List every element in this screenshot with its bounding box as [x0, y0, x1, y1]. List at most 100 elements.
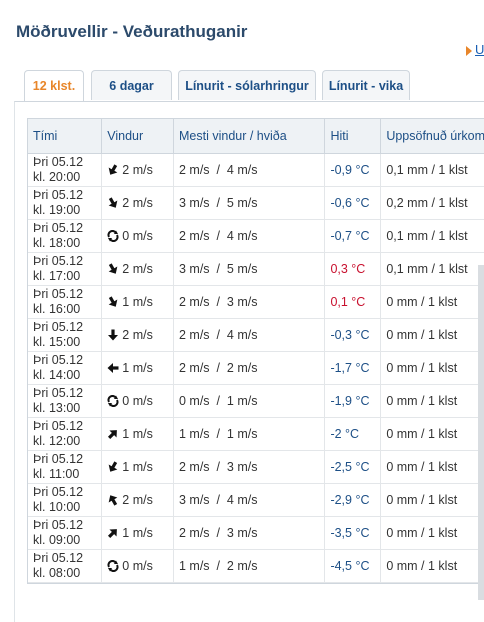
hour-text: kl. 12:00 [33, 434, 81, 448]
variable-wind-icon [107, 395, 119, 407]
wind-speed: 1 m/s [122, 460, 153, 474]
max-wind-cell: 3 m/s / 5 m/s [173, 186, 326, 220]
tab-6-dagar[interactable]: 6 dagar [91, 70, 172, 100]
wind-cell: 2 m/s [101, 252, 174, 286]
date-text: Þri 05.12 [33, 287, 84, 301]
precipitation-cell: 0 mm / 1 klst [380, 384, 484, 418]
precipitation-cell: 0,1 mm / 1 klst [380, 153, 484, 187]
temperature-cell: -4,5 °C [324, 549, 382, 583]
precipitation-cell: 0 mm / 1 klst [380, 351, 484, 385]
temperature-cell: -0,6 °C [324, 186, 382, 220]
hour-text: kl. 17:00 [33, 269, 81, 283]
up-link-label[interactable]: Up [475, 42, 484, 57]
date-text: Þri 05.12 [33, 386, 84, 400]
time-cell: Þri 05.12 kl. 12:00 [28, 417, 103, 451]
page-title: Möðruvellir - Veðurathuganir [16, 22, 248, 41]
temperature-cell: -0,9 °C [324, 153, 382, 187]
wind-cell: 0 m/s [101, 219, 174, 253]
date-text: Þri 05.12 [33, 551, 84, 565]
time-cell: Þri 05.12 kl. 08:00 [28, 549, 103, 583]
arrow-ne-icon [107, 428, 119, 440]
date-text: Þri 05.12 [33, 188, 84, 202]
hour-text: kl. 11:00 [33, 467, 80, 481]
wind-cell: 2 m/s [101, 483, 174, 517]
hour-text: kl. 08:00 [33, 566, 81, 580]
table-row: Þri 05.12 kl. 10:00 2 m/s 3 m/s / 4 m/s -2,9… [28, 483, 484, 517]
hour-text: kl. 10:00 [33, 500, 81, 514]
table-row: Þri 05.12 kl. 18:00 0 m/s 2 m/s / 4 m/s -0,7… [28, 219, 484, 253]
date-text: Þri 05.12 [33, 419, 84, 433]
time-cell: Þri 05.12 kl. 17:00 [28, 252, 103, 286]
arrow-se-icon [107, 263, 119, 275]
precipitation-cell: 0 mm / 1 klst [380, 450, 484, 484]
hour-text: kl. 18:00 [33, 236, 81, 250]
table-row: Þri 05.12 kl. 16:00 1 m/s 2 m/s / 3 m/s 0,1 … [28, 285, 484, 319]
date-text: Þri 05.12 [33, 485, 84, 499]
precipitation-cell: 0 mm / 1 klst [380, 285, 484, 319]
time-cell: Þri 05.12 kl. 20:00 [28, 153, 103, 187]
max-wind-cell: 2 m/s / 3 m/s [173, 285, 326, 319]
max-wind-cell: 2 m/s / 3 m/s [173, 516, 326, 550]
wind-speed: 2 m/s [122, 262, 153, 276]
hour-text: kl. 13:00 [33, 401, 81, 415]
hour-text: kl. 14:00 [33, 368, 81, 382]
up-link[interactable]: Up [466, 42, 484, 57]
triangle-right-icon [466, 45, 472, 56]
column-header-max-wind: Mesti vindur / hviða [173, 119, 326, 154]
hour-text: kl. 19:00 [33, 203, 81, 217]
time-cell: Þri 05.12 kl. 19:00 [28, 186, 103, 220]
wind-cell: 2 m/s [101, 186, 174, 220]
wind-speed: 2 m/s [122, 196, 153, 210]
temperature-cell: -2 °C [324, 417, 382, 451]
precipitation-cell: 0,2 mm / 1 klst [380, 186, 484, 220]
variable-wind-icon [107, 230, 119, 242]
date-text: Þri 05.12 [33, 320, 84, 334]
arrow-s-icon [107, 329, 119, 341]
precipitation-cell: 0,1 mm / 1 klst [380, 252, 484, 286]
date-text: Þri 05.12 [33, 353, 84, 367]
precipitation-cell: 0 mm / 1 klst [380, 549, 484, 583]
scrollbar[interactable] [478, 265, 484, 600]
temperature-cell: -3,5 °C [324, 516, 382, 550]
table-row: Þri 05.12 kl. 13:00 0 m/s 0 m/s / 1 m/s -1,9… [28, 384, 484, 418]
variable-wind-icon [107, 560, 119, 572]
hour-text: kl. 15:00 [33, 335, 81, 349]
arrow-se-icon [107, 197, 119, 209]
time-cell: Þri 05.12 kl. 14:00 [28, 351, 103, 385]
max-wind-cell: 1 m/s / 1 m/s [173, 417, 326, 451]
temperature-cell: 0,1 °C [324, 285, 382, 319]
arrow-w-icon [107, 362, 119, 374]
column-header-precipitation: Uppsöfnuð úrkoma [380, 119, 484, 154]
table-row: Þri 05.12 kl. 12:00 1 m/s 1 m/s / 1 m/s -2 °… [28, 417, 484, 451]
max-wind-cell: 2 m/s / 4 m/s [173, 219, 326, 253]
time-cell: Þri 05.12 kl. 11:00 [28, 450, 103, 484]
temperature-cell: -1,7 °C [324, 351, 382, 385]
temperature-cell: -0,3 °C [324, 318, 382, 352]
hour-text: kl. 16:00 [33, 302, 81, 316]
observations-table: Tími Vindur Mesti vindur / hviða Hiti Up… [27, 118, 484, 584]
wind-speed: 2 m/s [122, 493, 153, 507]
temperature-cell: -0,7 °C [324, 219, 382, 253]
hour-text: kl. 20:00 [33, 170, 81, 184]
tab-linurit-solarhringur[interactable]: Línurit - sólarhringur [178, 70, 316, 100]
wind-speed: 1 m/s [122, 361, 153, 375]
tab-12-klst[interactable]: 12 klst. [24, 70, 84, 102]
wind-cell: 0 m/s [101, 384, 174, 418]
date-text: Þri 05.12 [33, 221, 84, 235]
arrow-sw-icon [107, 461, 119, 473]
wind-cell: 1 m/s [101, 417, 174, 451]
table-row: Þri 05.12 kl. 09:00 1 m/s 2 m/s / 3 m/s -3,5… [28, 516, 484, 550]
arrow-ne-icon [107, 527, 119, 539]
table-row: Þri 05.12 kl. 15:00 2 m/s 2 m/s / 4 m/s -0,3… [28, 318, 484, 352]
precipitation-cell: 0 mm / 1 klst [380, 483, 484, 517]
wind-speed: 0 m/s [122, 229, 153, 243]
column-header-temperature: Hiti [324, 119, 382, 154]
wind-speed: 2 m/s [122, 328, 153, 342]
column-header-time: Tími [28, 119, 103, 154]
max-wind-cell: 3 m/s / 4 m/s [173, 483, 326, 517]
wind-speed: 1 m/s [122, 526, 153, 540]
tab-linurit-vika[interactable]: Línurit - vika [322, 70, 410, 100]
max-wind-cell: 2 m/s / 2 m/s [173, 351, 326, 385]
date-text: Þri 05.12 [33, 518, 84, 532]
wind-cell: 1 m/s [101, 516, 174, 550]
